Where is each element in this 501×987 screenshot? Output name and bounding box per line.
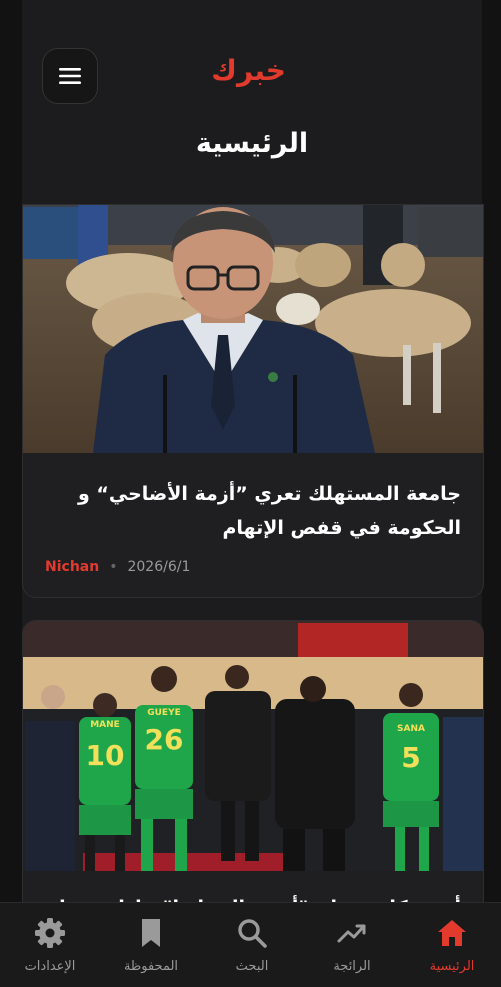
- nav-label-search: البحث: [235, 959, 269, 974]
- gear-icon: [35, 918, 65, 948]
- nav-item-saved[interactable]: المحفوظة: [101, 917, 201, 974]
- nav-label-saved: المحفوظة: [123, 959, 179, 974]
- page-title: الرئيسية: [195, 128, 309, 159]
- nav-label-home: الرئيسية: [429, 959, 475, 974]
- bottom-navigation: الرئيسية الرائجة البحث المحفوظة الإعدادا…: [0, 902, 501, 987]
- app-header: خبرك الرئيسية: [22, 0, 482, 204]
- article-title[interactable]: جامعة المستهلك تعري ”أزمة الأضاحي“ و الح…: [45, 477, 461, 545]
- jersey-number-26: 26: [145, 723, 184, 756]
- jersey-name-mane: MANE: [90, 720, 120, 730]
- article-card[interactable]: جامعة المستهلك تعري ”أزمة الأضاحي“ و الح…: [22, 204, 484, 598]
- nav-item-search[interactable]: البحث: [202, 917, 302, 974]
- nav-item-home[interactable]: الرئيسية: [402, 917, 501, 974]
- article-card[interactable]: MANE 10 GUEYE 26 SANA 5 أسود كانت تعلم "…: [22, 620, 484, 932]
- meta-separator: •: [109, 559, 118, 575]
- article-source[interactable]: Nichan: [45, 559, 99, 575]
- menu-button[interactable]: [42, 48, 98, 104]
- brand-logo[interactable]: خبرك: [211, 54, 286, 87]
- nav-label-trending: الرائجة: [333, 959, 371, 974]
- bookmark-icon: [142, 919, 160, 947]
- article-image-football[interactable]: MANE 10 GUEYE 26 SANA 5: [23, 621, 483, 871]
- nav-label-settings: الإعدادات: [24, 959, 76, 974]
- article-meta: Nichan • 2026/6/1: [45, 559, 190, 575]
- trending-icon: [337, 924, 366, 943]
- home-icon: [438, 920, 466, 946]
- jersey-name-sana: SANA: [397, 724, 425, 734]
- article-image-politician[interactable]: [23, 205, 483, 453]
- nav-item-trending[interactable]: الرائجة: [302, 917, 402, 974]
- hamburger-menu-icon: [59, 68, 81, 84]
- jersey-number-10: 10: [86, 739, 125, 772]
- search-icon: [238, 919, 267, 948]
- nav-item-settings[interactable]: الإعدادات: [0, 917, 100, 974]
- jersey-number-5: 5: [401, 741, 420, 774]
- article-date: 2026/6/1: [127, 559, 191, 575]
- jersey-name-gueye: GUEYE: [147, 708, 181, 718]
